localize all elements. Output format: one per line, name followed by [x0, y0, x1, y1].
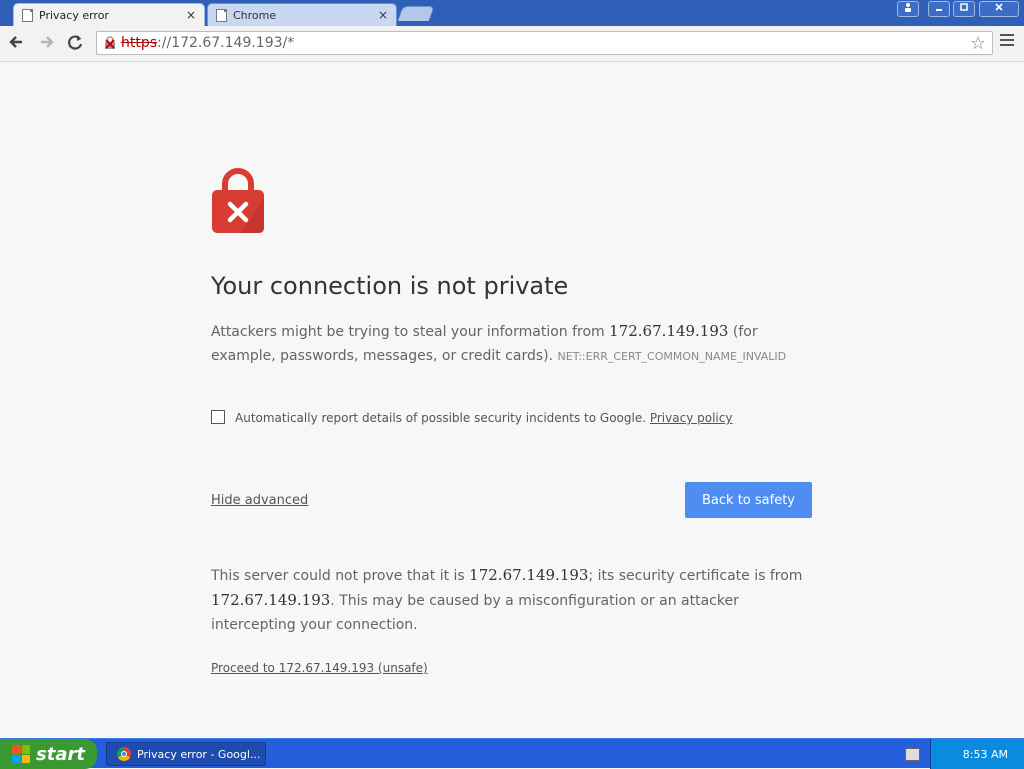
privacy-policy-link[interactable]: Privacy policy [650, 411, 733, 425]
tab-title: Privacy error [39, 8, 109, 22]
insecure-lock-icon [105, 36, 115, 49]
error-code: NET::ERR_CERT_COMMON_NAME_INVALID [557, 350, 787, 363]
bookmark-star-icon[interactable]: ☆ [970, 33, 986, 54]
clock[interactable]: 8:53 AM [963, 748, 1008, 761]
page-icon [22, 8, 33, 22]
report-checkbox-row: Automatically report details of possible… [211, 409, 811, 429]
warning-description: Attackers might be trying to steal your … [211, 319, 811, 369]
padlock-error-icon [212, 168, 264, 233]
page-icon [216, 8, 227, 22]
page-title: Your connection is not private [211, 272, 569, 300]
back-arrow-icon[interactable] [8, 33, 26, 55]
tab-close-icon[interactable]: × [186, 8, 196, 22]
tab-privacy-error[interactable]: Privacy error × [13, 3, 205, 26]
menu-icon[interactable] [1000, 34, 1014, 49]
report-checkbox-label: Automatically report details of possible… [235, 411, 732, 425]
address-bar[interactable]: https://172.67.149.193/* ☆ [96, 31, 993, 55]
start-button[interactable]: start [0, 739, 97, 769]
keyboard-icon[interactable] [905, 748, 920, 761]
forward-arrow-icon[interactable] [37, 33, 55, 55]
url-text[interactable]: https://172.67.149.193/* [121, 35, 294, 51]
report-checkbox[interactable] [211, 410, 225, 424]
reload-icon[interactable] [66, 33, 84, 55]
minimize-icon[interactable] [928, 1, 950, 17]
proceed-unsafe-link[interactable]: Proceed to 172.67.149.193 (unsafe) [211, 661, 428, 675]
system-tray: 8:53 AM [930, 739, 1024, 769]
windows-logo-icon [12, 745, 30, 763]
error-page: Your connection is not private Attackers… [0, 62, 1024, 737]
close-window-icon[interactable] [979, 1, 1019, 17]
certificate-host: 172.67.149.193 [211, 591, 331, 609]
start-label: start [36, 743, 85, 765]
host-name: 172.67.149.193 [609, 322, 729, 340]
chrome-icon [117, 747, 131, 761]
host-name: 172.67.149.193 [469, 566, 589, 584]
tab-title: Chrome [233, 8, 277, 22]
hide-advanced-link[interactable]: Hide advanced [211, 493, 308, 508]
details-text-a: This server could not prove that it is [211, 568, 470, 584]
url-host-path: ://172.67.149.193/* [157, 35, 295, 51]
tab-close-icon[interactable]: × [378, 8, 388, 22]
advanced-details: This server could not prove that it is 1… [211, 563, 811, 637]
tab-chrome[interactable]: Chrome × [207, 3, 397, 26]
checkbox-label-text: Automatically report details of possible… [235, 411, 650, 425]
new-tab-button[interactable] [397, 6, 435, 21]
taskbar-window-label: Privacy error - Googl... [137, 747, 261, 761]
taskbar-window-privacy-error[interactable]: Privacy error - Googl... [106, 742, 266, 766]
maximize-icon[interactable] [953, 1, 975, 17]
window-title-bar: Privacy error × Chrome × [0, 0, 1024, 26]
warning-text-start: Attackers might be trying to steal your … [211, 324, 610, 340]
url-scheme: https [121, 35, 158, 51]
details-text-b: ; its security certificate is from [588, 568, 803, 584]
profile-icon[interactable] [897, 1, 919, 17]
back-to-safety-button[interactable]: Back to safety [685, 482, 812, 518]
windows-taskbar: start Privacy error - Googl... 8:53 AM [0, 738, 1024, 769]
